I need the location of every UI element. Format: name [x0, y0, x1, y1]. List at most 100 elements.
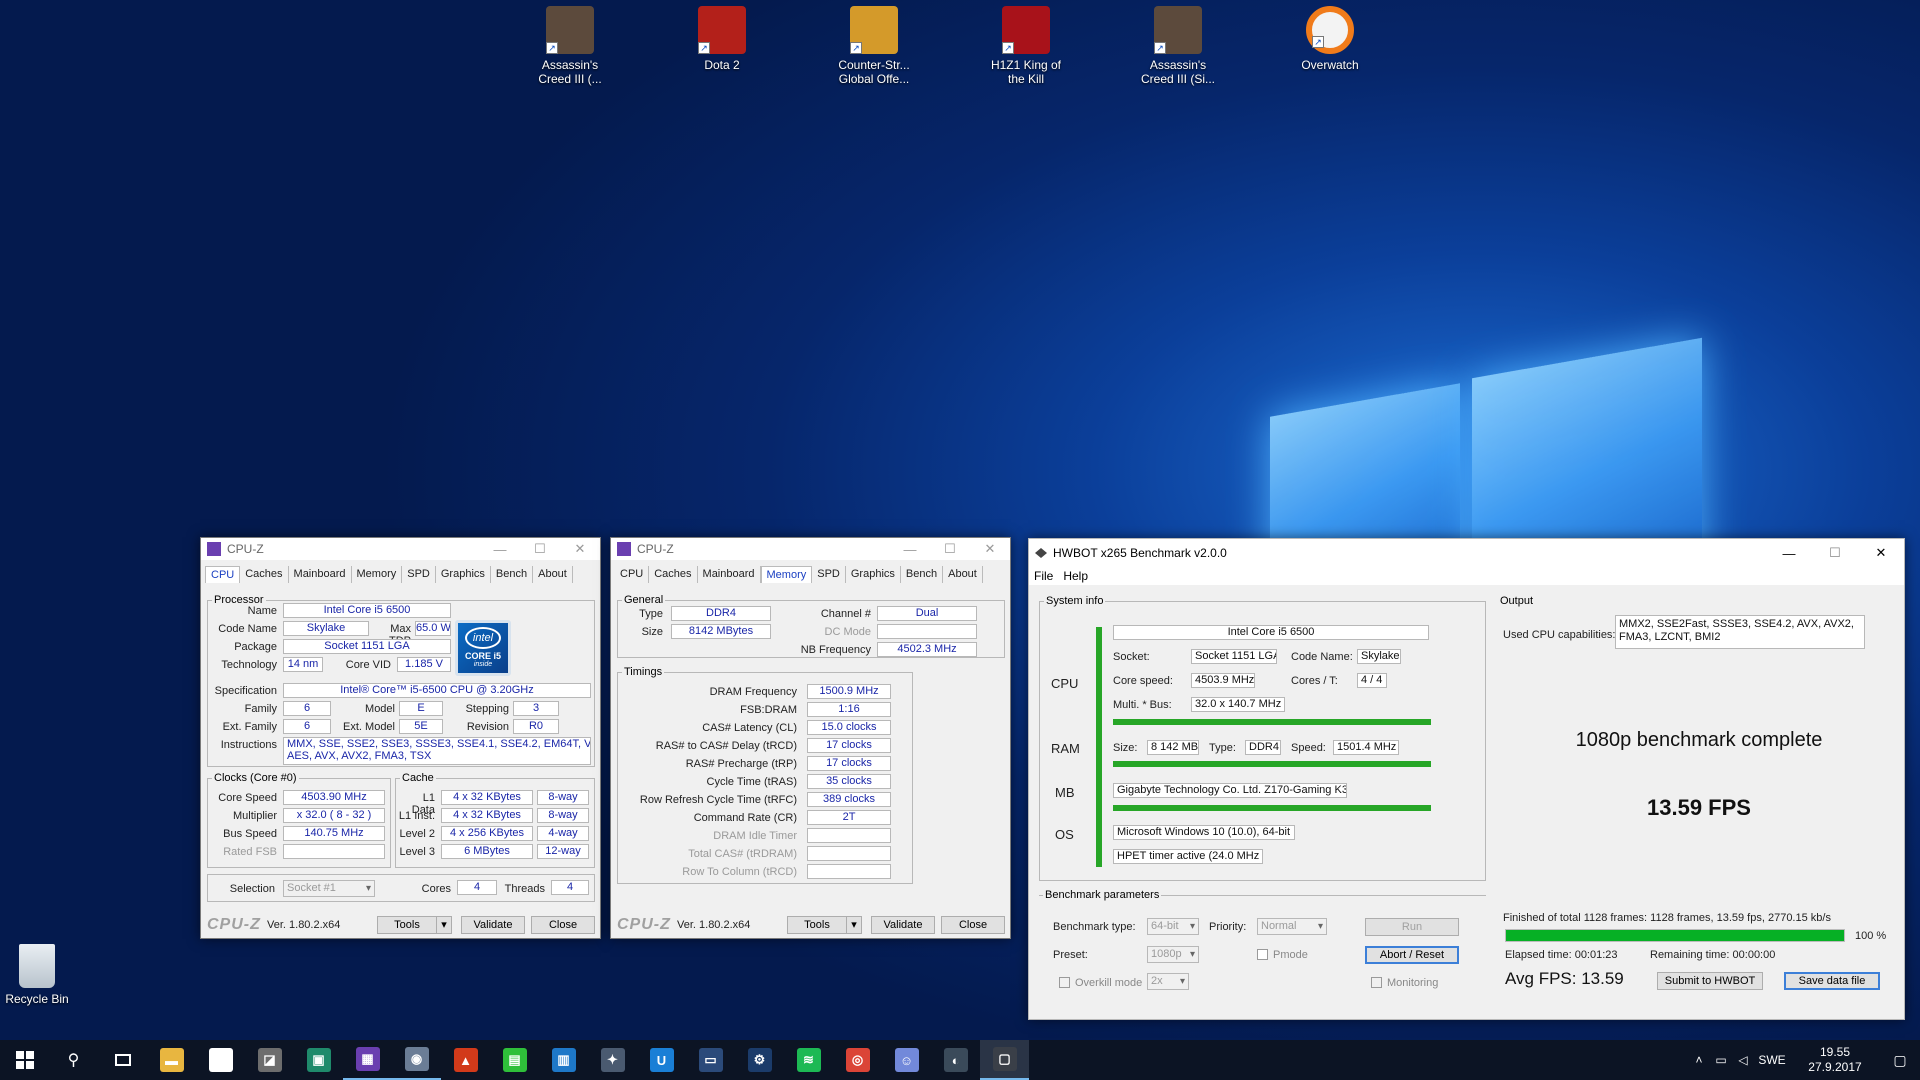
validate-button[interactable]: Validate [871, 916, 935, 934]
taskbar-app-button[interactable]: ≋ [784, 1040, 833, 1080]
start-button[interactable] [0, 1040, 49, 1080]
submit-to-hwbot-button[interactable]: Submit to HWBOT [1657, 972, 1763, 990]
menu-help[interactable]: Help [1063, 569, 1088, 583]
hwbot-titlebar[interactable]: HWBOT x265 Benchmark v2.0.0 — ☐ ✕ [1029, 539, 1904, 567]
corespeed-value: 4503.90 MHz [283, 790, 385, 805]
tab-caches[interactable]: Caches [240, 566, 289, 583]
tools-button[interactable]: Tools [377, 916, 437, 934]
desktop-icon-dota-2[interactable]: ↗ Dota 2 [677, 6, 767, 72]
desktop-icon-recycle-bin[interactable]: Recycle Bin [0, 944, 82, 1006]
trfc-value: 389 clocks [807, 792, 891, 807]
tab-memory[interactable]: Memory [352, 566, 403, 583]
tab-mainboard[interactable]: Mainboard [698, 566, 761, 583]
desktop-icon-h1z1[interactable]: ↗ H1Z1 King of the Kill [981, 6, 1071, 86]
tab-caches[interactable]: Caches [649, 566, 698, 583]
stats-app-icon: ▤ [502, 1048, 527, 1072]
taskbar-app-button[interactable]: ◪ [245, 1040, 294, 1080]
abort-reset-button[interactable]: Abort / Reset [1365, 946, 1459, 964]
taskbar-app-button[interactable]: ▤ [490, 1040, 539, 1080]
taskbar-app-button[interactable]: ▣ [294, 1040, 343, 1080]
tools-dropdown-button[interactable]: ▾ [436, 916, 452, 934]
desktop-icon-overwatch[interactable]: ↗ Overwatch [1285, 6, 1375, 72]
task-view-button[interactable] [98, 1040, 147, 1080]
cores-value: 4 [457, 880, 497, 895]
progress-percent: 100 % [1855, 930, 1887, 942]
validate-button[interactable]: Validate [461, 916, 525, 934]
taskbar-app-button[interactable]: ▢ [980, 1040, 1029, 1080]
tab-bench[interactable]: Bench [491, 566, 534, 583]
taskbar-app-button[interactable]: ⚙ [196, 1040, 245, 1080]
taskbar-app-button[interactable]: ▭ [686, 1040, 735, 1080]
desktop-icon-assassins-creed-3-si[interactable]: ↗ Assassin's Creed III (Si... [1133, 6, 1223, 86]
tools-button[interactable]: Tools [787, 916, 847, 934]
close-icon[interactable]: ✕ [560, 541, 600, 557]
minimize-icon[interactable]: — [1766, 546, 1812, 561]
selection-label: Selection [229, 883, 275, 895]
tab-about[interactable]: About [943, 566, 983, 583]
close-icon[interactable]: ✕ [970, 541, 1010, 557]
preset-select[interactable]: 1080p [1147, 946, 1199, 963]
network-icon[interactable]: ▭ [1710, 1053, 1732, 1067]
clock[interactable]: 19.55 27.9.2017 [1790, 1045, 1880, 1075]
tab-cpu[interactable]: CPU [615, 566, 650, 583]
maximize-icon[interactable]: ☐ [520, 541, 560, 557]
taskbar-app-button[interactable]: ⚙ [735, 1040, 784, 1080]
taskbar-app-button[interactable]: ▬ [147, 1040, 196, 1080]
desktop-icon-csgo[interactable]: ↗ Counter-Str... Global Offe... [829, 6, 919, 86]
cpuz-memory-window: CPU-Z — ☐ ✕ CPU Caches Mainboard Memory … [610, 537, 1011, 939]
taskbar-app-button[interactable]: ▲ [441, 1040, 490, 1080]
close-icon[interactable]: ✕ [1858, 545, 1904, 561]
tray-chevron-icon[interactable]: ˄ [1688, 1053, 1710, 1067]
overkill-checkbox[interactable] [1059, 977, 1070, 988]
tab-graphics[interactable]: Graphics [436, 566, 491, 583]
pmode-checkbox[interactable] [1257, 949, 1268, 960]
nbfreq-value: 4502.3 MHz [877, 642, 977, 657]
tab-bench[interactable]: Bench [901, 566, 944, 583]
file-explorer-icon: ▬ [159, 1048, 184, 1072]
cpuz-titlebar[interactable]: CPU-Z — ☐ ✕ [201, 538, 600, 560]
input-language[interactable]: SWE [1754, 1053, 1790, 1067]
minimize-icon[interactable]: — [480, 542, 520, 557]
action-center-icon[interactable]: ▢ [1880, 1052, 1920, 1069]
tab-graphics[interactable]: Graphics [846, 566, 901, 583]
intel-logo-core: CORE i5 [464, 651, 501, 661]
search-button[interactable]: ⚲ [49, 1040, 98, 1080]
tab-spd[interactable]: SPD [402, 566, 436, 583]
run-button[interactable]: Run [1365, 918, 1459, 936]
taskbar-app-button[interactable]: ▦ [343, 1040, 392, 1080]
tab-about[interactable]: About [533, 566, 573, 583]
tab-mainboard[interactable]: Mainboard [289, 566, 352, 583]
taskbar-app-button[interactable]: ☺ [882, 1040, 931, 1080]
tab-memory[interactable]: Memory [760, 566, 813, 583]
tab-cpu[interactable]: CPU [205, 566, 241, 583]
volume-icon[interactable]: ◁ [1732, 1053, 1754, 1067]
idle-timer-label: DRAM Idle Timer [713, 830, 797, 842]
assassins-creed-icon: ↗ [1154, 6, 1202, 54]
save-data-file-button[interactable]: Save data file [1784, 972, 1880, 990]
tools-dropdown-button[interactable]: ▾ [846, 916, 862, 934]
close-button[interactable]: Close [531, 916, 595, 934]
taskbar-app-button[interactable]: ▥ [539, 1040, 588, 1080]
motherboard-value: Gigabyte Technology Co. Ltd. Z170-Gaming… [1113, 783, 1347, 798]
monitoring-checkbox[interactable] [1371, 977, 1382, 988]
cpu-capabilities-value: MMX2, SSE2Fast, SSSE3, SSE4.2, AVX, AVX2… [1615, 615, 1865, 649]
benchtype-select[interactable]: 64-bit [1147, 918, 1199, 935]
priority-select[interactable]: Normal [1257, 918, 1327, 935]
taskbar-app-button[interactable]: ◎ [833, 1040, 882, 1080]
tab-spd[interactable]: SPD [812, 566, 846, 583]
cpuz-titlebar[interactable]: CPU-Z — ☐ ✕ [611, 538, 1010, 560]
socket-select[interactable]: Socket #1 [283, 880, 375, 897]
overkill-select[interactable]: 2x [1147, 973, 1189, 990]
benchmark-app-icon: ▢ [992, 1047, 1017, 1071]
maximize-icon[interactable]: ☐ [1812, 545, 1858, 561]
taskbar-app-button[interactable]: ✦ [588, 1040, 637, 1080]
taskbar-app-button[interactable]: ◉ [392, 1040, 441, 1080]
minimize-icon[interactable]: — [890, 542, 930, 557]
desktop-icon-assassins-creed-3[interactable]: ↗ Assassin's Creed III (... [525, 6, 615, 86]
menu-file[interactable]: File [1034, 569, 1053, 583]
taskbar-app-button[interactable]: ◐ [931, 1040, 980, 1080]
taskbar-app-button[interactable]: U [637, 1040, 686, 1080]
maximize-icon[interactable]: ☐ [930, 541, 970, 557]
close-button[interactable]: Close [941, 916, 1005, 934]
technology-label: Technology [221, 659, 277, 671]
